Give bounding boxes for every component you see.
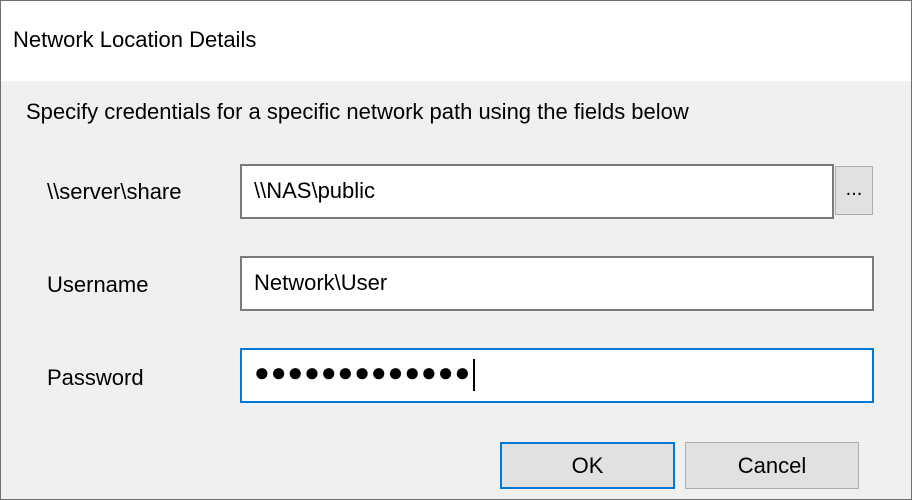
path-input[interactable]: \\NAS\public [240, 164, 834, 219]
path-label: \\server\share [47, 179, 182, 204]
ok-button[interactable]: OK [500, 442, 675, 489]
window-title: Network Location Details [13, 27, 257, 52]
username-label: Username [47, 272, 149, 297]
password-masked-value: ●●●●●●●●●●●●● [254, 357, 472, 387]
username-input-value: Network\User [254, 270, 388, 295]
path-input-value: \\NAS\public [254, 178, 376, 203]
text-caret [473, 359, 475, 391]
title-bar[interactable]: Network Location Details [1, 1, 911, 81]
browse-button[interactable]: ... [835, 166, 873, 215]
instructions-text: Specify credentials for a specific netwo… [26, 99, 689, 124]
password-label: Password [47, 365, 144, 390]
network-location-dialog: Network Location Details Specify credent… [0, 0, 912, 500]
password-input[interactable]: ●●●●●●●●●●●●● [240, 348, 874, 403]
cancel-button[interactable]: Cancel [685, 442, 859, 489]
username-input[interactable]: Network\User [240, 256, 874, 311]
